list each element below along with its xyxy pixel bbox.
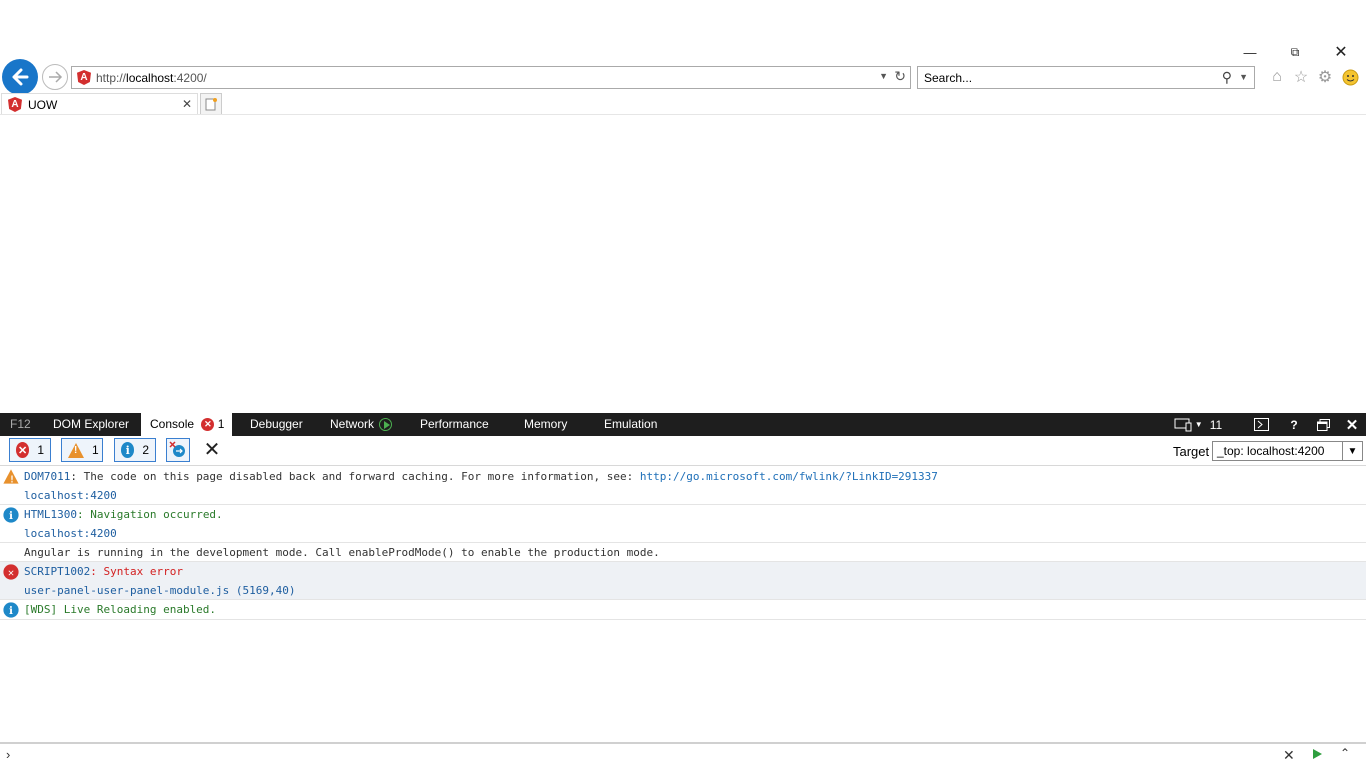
info-icon: i [3, 602, 19, 618]
message-link[interactable]: http://go.microsoft.com/fwlink/?LinkID=2… [640, 470, 938, 483]
console-message-warning: DOM7011: The code on this page disabled … [0, 467, 1366, 505]
tab-dom-explorer[interactable]: DOM Explorer [53, 413, 129, 436]
tab-f12[interactable]: F12 [10, 413, 31, 436]
message-code: HTML1300 [24, 508, 77, 521]
document-mode-dropdown[interactable]: ▼ 11 [1173, 413, 1223, 436]
message-source-link[interactable]: localhost:4200 [24, 489, 117, 502]
target-select[interactable]: _top: localhost:4200 ▼ [1212, 441, 1363, 461]
settings-gear-icon[interactable]: ⚙ [1314, 67, 1336, 87]
network-recording-icon [379, 418, 393, 432]
console-error-count: 1 [217, 417, 225, 431]
console-message-info: i HTML1300: Navigation occurred. localho… [0, 505, 1366, 543]
message-source-link[interactable]: user-panel-user-panel-module.js (5169,40… [24, 584, 296, 597]
arrow-left-icon [12, 68, 29, 86]
help-button[interactable]: ? [1284, 413, 1304, 436]
clear-on-navigate-toggle[interactable] [166, 438, 190, 462]
console-input-bar[interactable]: › ✕ ⌃ [0, 742, 1366, 768]
document-mode-value: 11 [1209, 417, 1223, 432]
back-button[interactable] [2, 59, 38, 95]
info-icon: i [121, 442, 135, 458]
search-placeholder: Search... [924, 70, 973, 85]
tab-emulation[interactable]: Emulation [604, 413, 657, 436]
message-text: : The code on this page disabled back an… [70, 470, 640, 483]
restore-button[interactable]: ⧉ [1275, 40, 1315, 64]
tab-console[interactable]: Console ✕ 1 [141, 413, 232, 436]
filter-warnings-button[interactable]: 1 [61, 438, 103, 462]
message-code: DOM7011 [24, 470, 71, 483]
error-icon: ✕ [16, 442, 30, 458]
refresh-icon[interactable]: ↻ [894, 68, 906, 85]
console-error-icon: ✕ [201, 418, 215, 432]
console-message-error: ✕ SCRIPT1002: Syntax error user-panel-us… [0, 562, 1366, 600]
target-label: Target [1173, 444, 1210, 459]
clear-input-icon[interactable]: ✕ [1283, 747, 1295, 764]
minimize-button[interactable]: — [1230, 40, 1270, 64]
devtools-toolbar: F12 DOM Explorer Console ✕ 1 Debugger Ne… [0, 413, 1366, 436]
feedback-smiley-icon[interactable] [1339, 67, 1361, 87]
monitor-icon [1174, 418, 1192, 431]
angular-icon: A [77, 70, 91, 85]
message-code: SCRIPT1002 [24, 565, 91, 578]
filter-info-button[interactable]: i 2 [114, 438, 156, 462]
expand-input-icon[interactable]: ⌃ [1340, 746, 1350, 760]
run-icon[interactable] [1313, 749, 1322, 759]
tab-debugger[interactable]: Debugger [250, 413, 303, 436]
message-text: Angular is running in the development mo… [24, 546, 660, 559]
error-count: 1 [37, 443, 44, 457]
home-icon[interactable]: ⌂ [1266, 67, 1288, 87]
error-icon: ✕ [3, 564, 19, 580]
info-count: 2 [142, 443, 149, 457]
console-message-log: Angular is running in the development mo… [0, 543, 1366, 562]
new-tab-icon [205, 98, 217, 111]
arrow-right-icon [49, 71, 63, 83]
warning-count: 1 [92, 443, 99, 457]
warning-icon [68, 442, 84, 458]
message-text: [WDS] Live Reloading enabled. [24, 603, 217, 616]
forward-button[interactable] [42, 64, 68, 90]
close-window-button[interactable]: ✕ [1321, 40, 1361, 64]
search-dropdown-icon[interactable]: ▼ [1239, 72, 1248, 82]
tab-title: UOW [28, 97, 58, 112]
target-value: _top: localhost:4200 [1217, 444, 1325, 458]
new-tab-button[interactable] [200, 93, 222, 115]
address-url: http://localhost:4200/ [96, 70, 207, 85]
tab-strip-divider [0, 114, 1366, 115]
address-dropdown-icon[interactable]: ▼ [879, 71, 888, 81]
search-input[interactable]: Search... ⚲ ▼ [917, 66, 1255, 89]
console-message-info: i [WDS] Live Reloading enabled. [0, 600, 1366, 620]
prompt-chevron-icon: › [6, 747, 11, 762]
search-icon[interactable]: ⚲ [1222, 69, 1232, 86]
message-text: : Navigation occurred. [76, 508, 223, 521]
undock-icon[interactable] [1312, 413, 1334, 436]
tab-performance[interactable]: Performance [420, 413, 489, 436]
angular-icon: A [8, 97, 22, 112]
console-toggle-icon[interactable] [1250, 413, 1272, 436]
tab-network[interactable]: Network [330, 413, 393, 436]
warning-icon [3, 469, 19, 489]
message-text: : Syntax error [90, 565, 183, 578]
filter-errors-button[interactable]: ✕ 1 [9, 438, 51, 462]
message-source-link[interactable]: localhost:4200 [24, 527, 117, 540]
browser-tab[interactable]: A UOW ✕ [1, 93, 198, 115]
close-devtools-icon[interactable]: ✕ [1342, 413, 1362, 436]
favorites-star-icon[interactable]: ☆ [1290, 67, 1312, 87]
close-tab-icon[interactable]: ✕ [182, 97, 192, 111]
clear-on-navigate-icon [169, 441, 185, 457]
tab-memory[interactable]: Memory [524, 413, 567, 436]
info-icon: i [3, 507, 19, 523]
address-bar[interactable]: A http://localhost:4200/ ▼ ↻ [71, 66, 911, 89]
chevron-down-icon: ▼ [1342, 442, 1362, 460]
clear-console-icon[interactable]: ✕ [202, 440, 222, 460]
